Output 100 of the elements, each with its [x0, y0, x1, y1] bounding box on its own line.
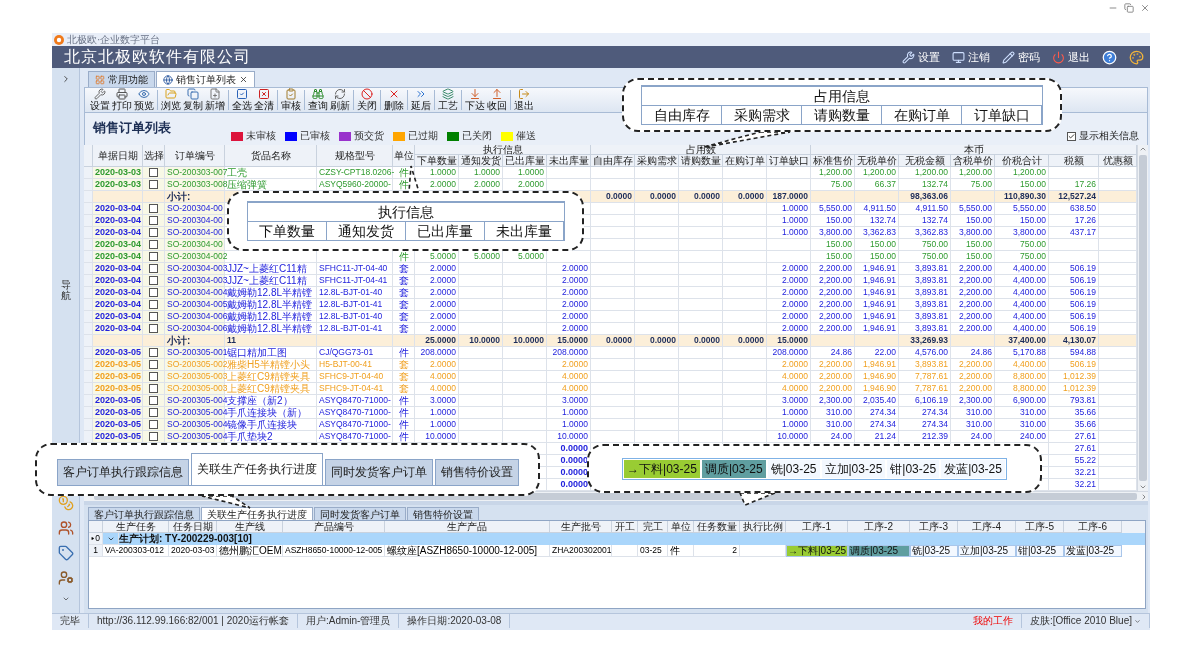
checkbox[interactable] [149, 396, 158, 405]
checkbox[interactable] [149, 372, 158, 381]
checkbox[interactable] [149, 180, 158, 189]
toolbar-button[interactable]: 关闭 [356, 88, 378, 112]
column-header[interactable]: 生产线 [217, 521, 283, 533]
column-header[interactable]: 未出库量 [547, 155, 591, 167]
skin-dropdown[interactable]: 皮肤:[Office 2010 Blue] [1021, 614, 1150, 628]
column-header[interactable]: 工序-2 [848, 521, 910, 533]
restore-icon[interactable] [1124, 3, 1134, 13]
checkbox[interactable] [149, 264, 158, 273]
column-header[interactable]: 开工 [612, 521, 638, 533]
checkbox[interactable] [149, 384, 158, 393]
column-header[interactable]: 货品名称 [225, 145, 317, 167]
column-header[interactable]: 生产批号 [550, 521, 612, 533]
column-header[interactable]: 单位 [393, 145, 415, 167]
column-header[interactable]: 采购需求 [635, 155, 679, 167]
column-header[interactable]: 标准售价 [811, 155, 855, 167]
toolbar-button[interactable]: 收回 [486, 88, 508, 112]
column-header[interactable]: 自由库存 [591, 155, 635, 167]
checkbox[interactable] [149, 288, 158, 297]
column-header[interactable]: 在购订单 [723, 155, 767, 167]
column-header[interactable]: 优惠额 [1099, 155, 1137, 167]
column-header[interactable]: 工序-1 [786, 521, 848, 533]
tab[interactable]: 同时发货客户订单 [324, 459, 433, 485]
column-header[interactable]: 税额 [1049, 155, 1099, 167]
column-header[interactable]: 价税合计 [995, 155, 1049, 167]
checkbox[interactable] [149, 216, 158, 225]
column-header[interactable]: 单位 [668, 521, 694, 533]
header-menu-button[interactable]: 设置 [902, 49, 940, 65]
checkbox[interactable] [149, 300, 158, 309]
toolbar-button[interactable]: 新增 [204, 88, 226, 112]
vertical-scrollbar[interactable] [1137, 145, 1148, 491]
help-icon[interactable] [1102, 49, 1117, 65]
toolbar-button[interactable]: 浏览 [160, 88, 182, 112]
checkbox-label[interactable]: 显示相关信息 [1079, 129, 1139, 143]
scroll-right-icon[interactable] [1140, 492, 1148, 501]
column-header[interactable]: 产品编号 [283, 521, 385, 533]
checkbox[interactable] [149, 228, 158, 237]
toolbar-button[interactable]: 复制 [182, 88, 204, 112]
tab[interactable]: 同时发货客户订单 [314, 507, 406, 520]
tab[interactable]: 销售特价设置 [407, 507, 479, 520]
column-header[interactable]: 无税金额 [899, 155, 951, 167]
tab[interactable]: 客户订单执行跟踪信息 [56, 459, 189, 485]
checkbox[interactable] [1067, 131, 1076, 141]
toolbar-button[interactable]: 全清 [253, 88, 275, 112]
coins-icon[interactable] [57, 495, 74, 511]
tab[interactable]: 销售特价设置 [434, 459, 519, 485]
column-header[interactable]: 任务数量 [694, 521, 740, 533]
checkbox[interactable] [149, 420, 158, 429]
column-header[interactable]: 任务日期 [169, 521, 217, 533]
column-header[interactable]: 已出库量 [503, 155, 547, 167]
palette-icon[interactable] [1129, 49, 1144, 65]
users-icon[interactable] [57, 520, 74, 536]
status-link[interactable]: 我的工作 [964, 614, 1022, 628]
tab[interactable]: 关联生产任务执行进度 [190, 453, 323, 485]
column-header[interactable]: 工序-6 [1064, 521, 1122, 533]
column-header[interactable]: 下单数量 [415, 155, 459, 167]
header-menu-button[interactable]: 退出 [1052, 49, 1090, 65]
tab[interactable]: 销售订单列表 [156, 71, 255, 87]
checkbox[interactable] [149, 240, 158, 249]
toolbar-button[interactable]: 下达 [464, 88, 486, 112]
column-header[interactable]: 单据日期 [93, 145, 143, 167]
toolbar-button[interactable]: 查询 [307, 88, 329, 112]
checkbox[interactable] [149, 432, 158, 441]
header-menu-button[interactable]: 注销 [952, 49, 990, 65]
toolbar-button[interactable]: 打印 [111, 88, 133, 112]
checkbox[interactable] [149, 324, 158, 333]
header-menu-button[interactable]: 密码 [1002, 49, 1040, 65]
close-icon[interactable] [1140, 3, 1150, 13]
column-header[interactable]: 规格型号 [317, 145, 393, 167]
toolbar-button[interactable]: 删除 [383, 88, 405, 112]
column-header[interactable]: 工序-5 [1016, 521, 1064, 533]
toolbar-button[interactable]: 预览 [133, 88, 155, 112]
checkbox[interactable] [149, 168, 158, 177]
close-icon[interactable] [239, 75, 248, 84]
column-header[interactable]: 通知发货 [459, 155, 503, 167]
column-header[interactable]: 无税单价 [855, 155, 899, 167]
column-header[interactable]: 选择 [143, 145, 165, 167]
column-header[interactable]: 订单编号 [165, 145, 225, 167]
checkbox[interactable] [149, 252, 158, 261]
checkbox[interactable] [149, 408, 158, 417]
column-header[interactable]: 含税单价 [951, 155, 995, 167]
column-header[interactable]: 生产产品 [385, 521, 550, 533]
scroll-down-icon[interactable] [1139, 483, 1147, 491]
column-header[interactable]: 执行比例 [740, 521, 786, 533]
column-header[interactable]: 订单缺口 [767, 155, 811, 167]
checkbox[interactable] [149, 204, 158, 213]
tab[interactable]: 常用功能 [88, 71, 155, 87]
toolbar-button[interactable]: 审核 [280, 88, 302, 112]
toolbar-button[interactable]: 全选 [231, 88, 253, 112]
column-header[interactable]: 工序-4 [958, 521, 1016, 533]
column-header[interactable]: 完工 [638, 521, 668, 533]
toolbar-button[interactable]: 延后 [410, 88, 432, 112]
toolbar-button[interactable]: 刷新 [329, 88, 351, 112]
column-header[interactable]: 工序-3 [910, 521, 958, 533]
user-settings-icon[interactable] [57, 570, 74, 586]
checkbox[interactable] [149, 348, 158, 357]
toolbar-button[interactable]: 退出 [513, 88, 535, 112]
scroll-up-icon[interactable] [1139, 145, 1147, 153]
column-header[interactable]: 生产任务 [103, 521, 169, 533]
